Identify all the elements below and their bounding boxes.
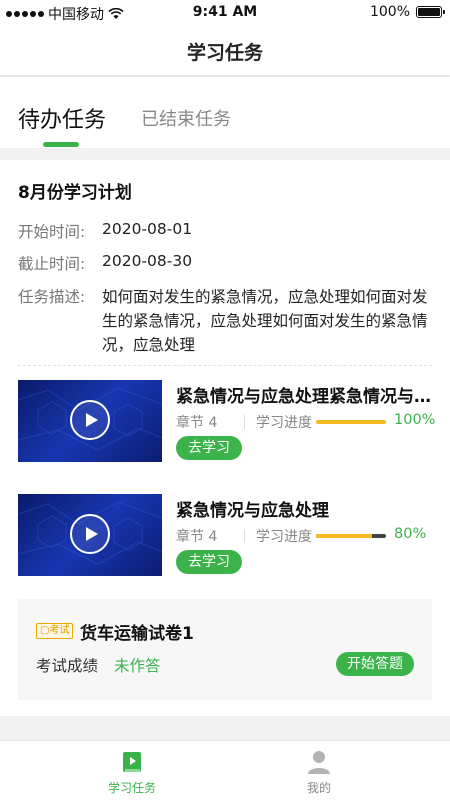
bottom-nav-mine[interactable]: 我的 — [279, 749, 359, 796]
battery-label: 100% — [369, 4, 410, 20]
bottom-nav-study[interactable]: 学习任务 — [92, 749, 172, 796]
bottom-nav-mine-label: 我的 — [306, 781, 331, 795]
exam-score-value: 未作答 — [114, 657, 161, 675]
exam-title: 货车运输试卷1 — [80, 624, 194, 644]
progress-bar — [316, 534, 386, 538]
meta-separator — [244, 529, 245, 543]
progress-percent: 100% — [394, 412, 436, 428]
bottom-nav: 学习任务 我的 — [0, 740, 450, 800]
study-button[interactable]: 去学习 — [176, 550, 242, 574]
end-time-row: 截止时间: 2020-08-30 — [18, 252, 192, 274]
end-time-label: 截止时间: — [18, 255, 86, 273]
progress-label: 学习进度 — [256, 529, 312, 545]
user-icon — [308, 751, 330, 774]
bottom-nav-study-label: 学习任务 — [107, 781, 156, 795]
progress-label: 学习进度 — [256, 415, 312, 431]
desc-row: 任务描述: — [18, 285, 85, 307]
tab-finished[interactable]: 已结束任务 — [141, 105, 231, 131]
battery-icon — [416, 6, 445, 18]
exam-badge-label: 考试 — [49, 625, 70, 636]
page-title: 学习任务 — [186, 42, 263, 64]
course-item[interactable]: 紧急情况与应急处理紧急情况与应急处理 章节 4 学习进度 100% 去学习 — [18, 380, 436, 462]
progress-fill — [316, 420, 386, 424]
nav-bar: 学习任务 — [0, 24, 450, 76]
start-time-label: 开始时间: — [18, 223, 86, 241]
status-bar: 中国移动 9:41 AM 100% — [0, 0, 450, 24]
tab-bar: 待办任务 已结束任务 — [0, 77, 450, 148]
exam-card[interactable]: ▢考试 货车运输试卷1 考试成绩 未作答 开始答题 — [18, 599, 432, 700]
progress-bar — [316, 420, 386, 424]
meta-separator — [244, 415, 245, 429]
course-item[interactable]: 紧急情况与应急处理 章节 4 学习进度 80% 去学习 — [18, 494, 432, 576]
play-icon[interactable] — [70, 514, 110, 554]
plan-title: 8月份学习计划 — [18, 183, 132, 203]
course-thumbnail[interactable] — [18, 494, 162, 576]
tab-active-indicator — [43, 142, 79, 147]
start-time-value: 2020-08-01 — [102, 220, 193, 238]
plan-card: 8月份学习计划 开始时间: 2020-08-01 截止时间: 2020-08-3… — [0, 160, 450, 716]
start-time-row: 开始时间: 2020-08-01 — [18, 220, 192, 242]
exam-badge: ▢考试 — [36, 623, 74, 639]
progress-fill — [316, 534, 372, 538]
course-thumbnail[interactable] — [18, 380, 162, 462]
tab-pending[interactable]: 待办任务 — [18, 102, 106, 134]
course-title: 紧急情况与应急处理紧急情况与应急处理 — [176, 387, 432, 407]
desc-label: 任务描述: — [18, 288, 86, 306]
divider — [18, 365, 432, 366]
progress-percent: 80% — [394, 526, 427, 542]
end-time-value: 2020-08-30 — [102, 252, 193, 270]
course-chapter: 章节 4 — [176, 415, 218, 431]
desc-value: 如何面对发生的紧急情况，应急处理如何面对发生的紧急情况，应急处理如何面对发生的紧… — [102, 288, 428, 354]
start-exam-button[interactable]: 开始答题 — [336, 652, 414, 676]
play-book-icon — [123, 752, 141, 772]
study-button[interactable]: 去学习 — [176, 436, 242, 460]
course-chapter: 章节 4 — [176, 529, 218, 545]
exam-score-label: 考试成绩 — [36, 657, 99, 675]
course-title: 紧急情况与应急处理 — [176, 501, 329, 521]
status-right: 100% — [369, 4, 445, 20]
play-icon[interactable] — [70, 400, 110, 440]
